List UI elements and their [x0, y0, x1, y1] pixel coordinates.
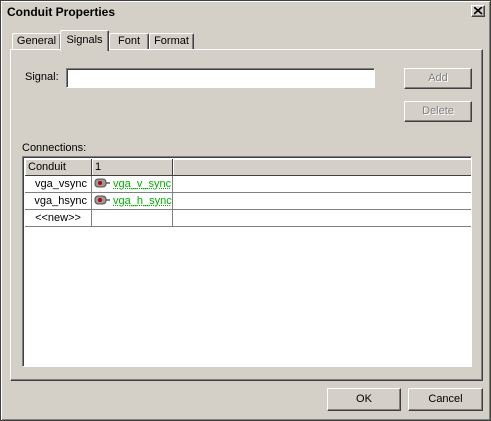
tab-format[interactable]: Format	[149, 33, 194, 50]
signal-input[interactable]	[66, 68, 375, 88]
signal-name: vga_h_sync	[113, 195, 172, 207]
tab-signals-label: Signals	[66, 34, 103, 46]
signal-connector-icon	[94, 178, 110, 188]
title-bar: Conduit Properties	[3, 3, 488, 21]
tab-font[interactable]: Font	[109, 33, 149, 50]
empty-cell	[173, 193, 471, 210]
window-title: Conduit Properties	[7, 5, 116, 19]
signal-connector-icon	[94, 195, 110, 205]
add-button[interactable]: Add	[404, 68, 472, 89]
cancel-button[interactable]: Cancel	[408, 388, 483, 411]
signal-cell[interactable]	[92, 210, 173, 227]
ok-button[interactable]: OK	[327, 388, 401, 411]
table-row-new[interactable]: <<new>>	[25, 210, 471, 227]
tab-format-label: Format	[154, 35, 189, 47]
column-header-conduit[interactable]: Conduit	[25, 159, 92, 176]
signal-cell[interactable]: vga_h_sync	[92, 193, 173, 210]
signal-label: Signal:	[25, 71, 59, 83]
table-row[interactable]: vga_vsync vga_v_sync	[25, 176, 471, 193]
tab-general[interactable]: General	[12, 33, 61, 50]
conduit-properties-dialog: Conduit Properties General Signals Font …	[0, 0, 491, 421]
empty-cell	[173, 210, 471, 227]
empty-cell	[173, 176, 471, 193]
signal-name: vga_v_sync	[113, 178, 172, 190]
close-icon	[474, 7, 483, 15]
tab-font-label: Font	[117, 35, 140, 47]
signal-cell[interactable]: vga_v_sync	[92, 176, 173, 193]
connections-label: Connections:	[22, 142, 87, 154]
conduit-cell[interactable]: vga_vsync	[25, 176, 92, 193]
column-header-1[interactable]: 1	[92, 159, 173, 176]
new-conduit-cell[interactable]: <<new>>	[25, 210, 92, 227]
column-header-blank	[173, 159, 471, 176]
close-button[interactable]	[471, 5, 485, 17]
tab-general-label: General	[16, 35, 57, 47]
table-row[interactable]: vga_hsync vga_h_sync	[25, 193, 471, 210]
connections-grid[interactable]: Conduit 1 vga_vsync vga_v_sync vga_hsync	[22, 156, 472, 367]
grid-header-row: Conduit 1	[25, 159, 471, 176]
delete-button[interactable]: Delete	[404, 101, 472, 122]
conduit-cell[interactable]: vga_hsync	[25, 193, 92, 210]
tab-signals[interactable]: Signals	[60, 30, 109, 51]
